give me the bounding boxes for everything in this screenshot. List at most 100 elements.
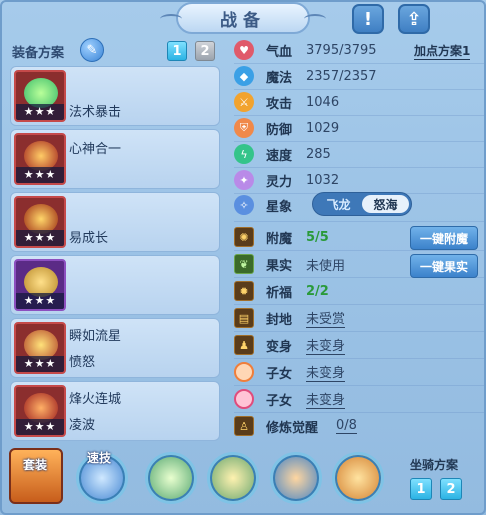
equip-icon-weapon: ★★★ [14, 70, 66, 122]
star-rating: ★★★ [16, 104, 64, 120]
share-icon: ⇪ [406, 8, 422, 30]
equip-item-necklace[interactable]: ★★★ [10, 255, 220, 315]
share-button[interactable]: ⇪ [398, 4, 430, 34]
equip-icon-armor: ★★★ [14, 196, 66, 248]
cultivation-value[interactable]: 0/8 [336, 418, 357, 434]
divider [234, 115, 484, 116]
suit-button[interactable]: 套装 [9, 448, 63, 504]
speed-skill-label: 速技 [87, 451, 112, 465]
divider [234, 385, 484, 386]
shield-icon: ⛨ [234, 118, 254, 138]
stat-value: 1032 [306, 172, 340, 188]
scroll-icon: ▤ [234, 308, 254, 328]
transform-value[interactable]: 未变身 [306, 335, 346, 355]
sparkle-icon: ✦ [234, 170, 254, 190]
child-icon [234, 389, 254, 409]
star-rating: ★★★ [16, 356, 64, 372]
equip-subname: 凌波 [69, 418, 96, 433]
star-sign-icon: ✧ [234, 195, 254, 215]
stat-speed: ϟ 速度 285 [234, 143, 484, 165]
divider [234, 331, 484, 332]
equip-subname: 愤怒 [69, 355, 96, 370]
meditation-icon: ♙ [234, 416, 254, 436]
mount-plan-tab-1[interactable]: 1 [410, 478, 432, 500]
equip-item-armor[interactable]: ★★★ 易成长 [10, 192, 220, 252]
divider [234, 167, 484, 168]
equip-item-belt[interactable]: ★★★ 瞬如流星 愤怒 [10, 318, 220, 378]
edit-plan-button[interactable]: ✎ [80, 38, 104, 62]
divider [234, 221, 484, 222]
equip-name: 易成长 [69, 231, 109, 246]
figure-icon: ♟ [234, 335, 254, 355]
stat-label: 封地 [266, 312, 293, 328]
star-rating: ★★★ [16, 230, 64, 246]
suit-label: 套装 [23, 458, 48, 472]
sword-icon: ⚔ [234, 92, 254, 112]
equip-item-weapon[interactable]: ★★★ 法术暴击 [10, 66, 220, 126]
stat-label: 修炼觉醒 [266, 420, 319, 436]
divider [234, 63, 484, 64]
star-option-nuhai[interactable]: 怒海 [362, 195, 409, 213]
one-click-fruit-button[interactable]: 一键果实 [410, 254, 478, 278]
fruit-value: 未使用 [306, 258, 346, 274]
divider [234, 412, 484, 413]
stat-value: 2357/2357 [306, 68, 377, 84]
stat-value: 3795/3795 [306, 42, 377, 58]
stat-hp: ♥ 气血 3795/3795 [234, 39, 484, 61]
stat-label: 速度 [266, 148, 293, 164]
equip-item-boots[interactable]: ★★★ 烽火连城 凌波 [10, 381, 220, 441]
equip-icon-helmet: ★★★ [14, 133, 66, 185]
page-title: 战备 [160, 2, 326, 34]
blessing-row: ✹ 祈福 2/2 [234, 280, 484, 302]
stat-label: 祈福 [266, 285, 293, 301]
leaf-icon: ❦ [234, 254, 254, 274]
exclamation-icon: ! [363, 8, 373, 30]
stat-label: 子女 [266, 393, 293, 409]
star-rating: ★★★ [16, 167, 64, 183]
stat-label: 附魔 [266, 231, 293, 247]
enchant-value: 5/5 [306, 229, 329, 245]
star-option-feilong[interactable]: 飞龙 [315, 195, 362, 213]
enchant-icon: ✺ [234, 227, 254, 247]
stat-label: 灵力 [266, 174, 293, 190]
blessing-icon: ✹ [234, 281, 254, 301]
star-rating: ★★★ [16, 419, 64, 435]
equip-name: 法术暴击 [69, 105, 122, 120]
heart-icon: ♥ [234, 40, 254, 60]
stat-defense: ⛨ 防御 1029 [234, 117, 484, 139]
child-value[interactable]: 未变身 [306, 389, 346, 409]
stat-label: 果实 [266, 258, 293, 274]
equip-item-helmet[interactable]: ★★★ 心神合一 [10, 129, 220, 189]
pencil-icon: ✎ [86, 42, 98, 58]
mount-plan-tab-2[interactable]: 2 [440, 478, 462, 500]
skill-icon-3[interactable] [270, 452, 322, 504]
child-value[interactable]: 未变身 [306, 362, 346, 382]
plan-tab-2[interactable]: 2 [195, 41, 215, 61]
page-title-text: 战备 [220, 10, 266, 31]
fief-row: ▤ 封地 未受赏 [234, 307, 484, 329]
skill-icon-4[interactable] [332, 452, 384, 504]
divider [234, 304, 484, 305]
mount-plan-label: 坐骑方案 [410, 458, 459, 472]
info-button[interactable]: ! [352, 4, 384, 34]
one-click-enchant-button[interactable]: 一键附魔 [410, 226, 478, 250]
fief-value[interactable]: 未受赏 [306, 308, 346, 328]
stat-mp: ◆ 魔法 2357/2357 [234, 65, 484, 87]
skill-icon-1[interactable] [145, 452, 197, 504]
stat-value: 1046 [306, 94, 340, 110]
divider [234, 358, 484, 359]
plan-tab-1[interactable]: 1 [167, 41, 187, 61]
equip-icon-belt: ★★★ [14, 322, 66, 374]
blessing-value: 2/2 [306, 283, 329, 299]
stat-label: 防御 [266, 122, 293, 138]
stat-spirit: ✦ 灵力 1032 [234, 169, 484, 191]
equip-name: 心神合一 [69, 142, 122, 157]
stat-value: 1029 [306, 120, 340, 136]
stat-label: 变身 [266, 339, 293, 355]
stat-label: 魔法 [266, 70, 293, 86]
stat-label: 子女 [266, 366, 293, 382]
skill-icon-2[interactable] [207, 452, 259, 504]
stat-value: 285 [306, 146, 331, 162]
speed-skill-button[interactable]: 速技 [76, 451, 128, 504]
divider [234, 89, 484, 90]
